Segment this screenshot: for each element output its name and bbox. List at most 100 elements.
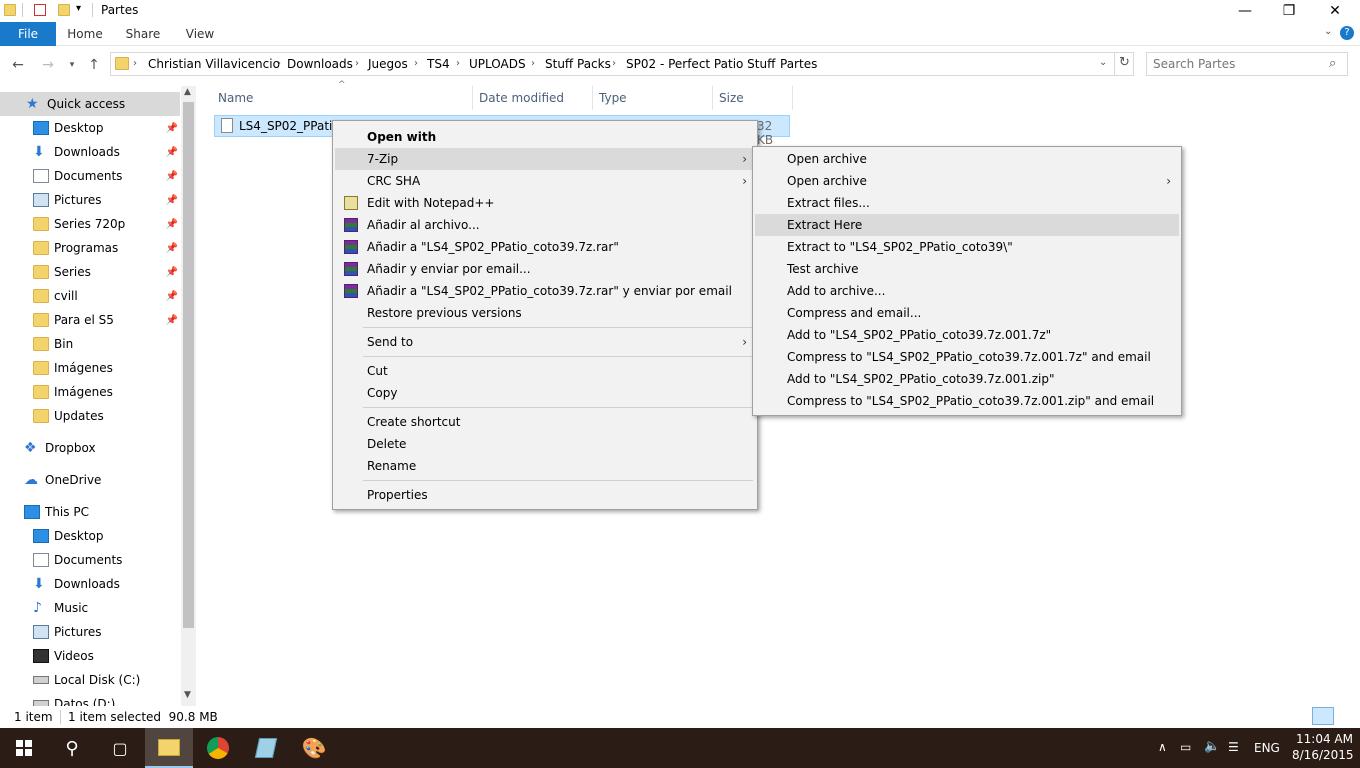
- sidebar-item-series-720p[interactable]: Series 720p 📌: [0, 212, 180, 236]
- clock-date[interactable]: 8/16/2015: [1292, 748, 1354, 762]
- sidebar-item-quick-access[interactable]: ★ Quick access: [0, 92, 180, 116]
- chrome-icon[interactable]: [194, 728, 242, 768]
- breadcrumb-item[interactable]: UPLOADS: [469, 53, 526, 75]
- submenu-item[interactable]: Add to archive...: [755, 280, 1179, 302]
- customize-qat-icon[interactable]: ▾: [76, 3, 81, 14]
- sidebar-item-para-el-s5[interactable]: Para el S5 📌: [0, 308, 180, 332]
- app-icon[interactable]: [242, 728, 290, 768]
- column-header-type[interactable]: Type: [599, 86, 627, 110]
- breadcrumb-item[interactable]: Juegos: [368, 53, 408, 75]
- submenu-item[interactable]: Compress and email...: [755, 302, 1179, 324]
- close-button[interactable]: ✕: [1312, 0, 1358, 22]
- pin-icon[interactable]: 📌: [166, 291, 178, 302]
- submenu-item[interactable]: Add to "LS4_SP02_PPatio_coto39.7z.001.7z…: [755, 324, 1179, 346]
- language-indicator[interactable]: ENG: [1254, 741, 1280, 755]
- sidebar-item-videos[interactable]: Videos: [0, 644, 180, 668]
- minimize-button[interactable]: —: [1222, 0, 1268, 22]
- pin-icon[interactable]: 📌: [166, 147, 178, 158]
- tab-home[interactable]: Home: [60, 22, 110, 46]
- forward-arrow-icon[interactable]: →: [38, 55, 58, 75]
- pin-icon[interactable]: 📌: [166, 219, 178, 230]
- tab-file[interactable]: File: [0, 22, 56, 46]
- menu-item-rename[interactable]: Rename: [335, 455, 755, 477]
- chevron-up-icon[interactable]: ∧: [1158, 740, 1167, 754]
- menu-item-cut[interactable]: Cut: [335, 360, 755, 382]
- sidebar-item-pc-downloads[interactable]: ⬇ Downloads: [0, 572, 180, 596]
- recent-locations-icon[interactable]: ▾: [62, 55, 82, 75]
- sidebar-item-pictures[interactable]: Pictures 📌: [0, 188, 180, 212]
- pin-icon[interactable]: 📌: [166, 267, 178, 278]
- submenu-item[interactable]: Compress to "LS4_SP02_PPatio_coto39.7z.0…: [755, 390, 1179, 412]
- menu-item-open-with[interactable]: Open with: [335, 126, 755, 148]
- windows-start-icon[interactable]: [0, 728, 48, 768]
- submenu-item[interactable]: Extract to "LS4_SP02_PPatio_coto39\": [755, 236, 1179, 258]
- pin-icon[interactable]: 📌: [166, 315, 178, 326]
- breadcrumb-separator[interactable]: ›: [133, 53, 137, 75]
- breadcrumb-separator[interactable]: ›: [355, 53, 359, 75]
- sidebar-item-desktop[interactable]: Desktop 📌: [0, 116, 180, 140]
- submenu-item[interactable]: Open archive ›: [755, 170, 1179, 192]
- column-divider[interactable]: [472, 86, 473, 110]
- menu-item-send-to[interactable]: Send to ›: [335, 331, 755, 353]
- menu-item-add-email[interactable]: Añadir y enviar por email...: [335, 258, 755, 280]
- menu-item-restore[interactable]: Restore previous versions: [335, 302, 755, 324]
- submenu-item[interactable]: Add to "LS4_SP02_PPatio_coto39.7z.001.zi…: [755, 368, 1179, 390]
- pin-icon[interactable]: 📌: [166, 171, 178, 182]
- breadcrumb-separator[interactable]: ›: [531, 53, 535, 75]
- menu-item-add-rar-email[interactable]: Añadir a "LS4_SP02_PPatio_coto39.7z.rar"…: [335, 280, 755, 302]
- breadcrumb-item[interactable]: Stuff Packs: [545, 53, 611, 75]
- submenu-item[interactable]: Compress to "LS4_SP02_PPatio_coto39.7z.0…: [755, 346, 1179, 368]
- column-divider[interactable]: [712, 86, 713, 110]
- tab-view[interactable]: View: [176, 22, 224, 46]
- sidebar-item-onedrive[interactable]: ☁ OneDrive: [0, 468, 180, 492]
- large-icons-view-icon[interactable]: [1338, 707, 1356, 725]
- column-divider[interactable]: [792, 86, 793, 110]
- task-view-icon[interactable]: ▢: [96, 728, 144, 768]
- pin-icon[interactable]: 📌: [166, 243, 178, 254]
- network-icon[interactable]: ▭: [1180, 740, 1191, 754]
- sidebar-item-bin[interactable]: Bin: [0, 332, 180, 356]
- breadcrumb-item[interactable]: Downloads: [287, 53, 353, 75]
- sidebar-item-cvill[interactable]: cvill 📌: [0, 284, 180, 308]
- column-divider[interactable]: [592, 86, 593, 110]
- submenu-item[interactable]: Open archive: [755, 148, 1179, 170]
- refresh-icon[interactable]: ↻: [1119, 55, 1130, 70]
- sidebar-item-pc-documents[interactable]: Documents: [0, 548, 180, 572]
- maximize-button[interactable]: ❐: [1266, 0, 1312, 22]
- breadcrumb-item[interactable]: Christian Villavicencio: [148, 53, 280, 75]
- menu-item-add-rar[interactable]: Añadir a "LS4_SP02_PPatio_coto39.7z.rar": [335, 236, 755, 258]
- column-header-size[interactable]: Size: [719, 86, 744, 110]
- notifications-icon[interactable]: ☰: [1228, 740, 1239, 754]
- pin-icon[interactable]: 📌: [166, 123, 178, 134]
- properties-icon[interactable]: [34, 4, 46, 16]
- address-dropdown-icon[interactable]: ⌄: [1099, 57, 1107, 68]
- sidebar-item-downloads[interactable]: ⬇ Downloads 📌: [0, 140, 180, 164]
- menu-item-add-archive[interactable]: Añadir al archivo...: [335, 214, 755, 236]
- sidebar-item-datos[interactable]: Datos (D:): [0, 692, 180, 706]
- sidebar-item-pc-pictures[interactable]: Pictures: [0, 620, 180, 644]
- breadcrumb-item[interactable]: SP02 - Perfect Patio Stuff: [626, 53, 775, 75]
- breadcrumb-separator[interactable]: ›: [612, 53, 616, 75]
- menu-item-delete[interactable]: Delete: [335, 433, 755, 455]
- breadcrumb-separator[interactable]: ›: [456, 53, 460, 75]
- sidebar-item-pc-desktop[interactable]: Desktop: [0, 524, 180, 548]
- submenu-item[interactable]: Extract files...: [755, 192, 1179, 214]
- chevron-down-icon[interactable]: ⌄: [1324, 26, 1332, 37]
- sidebar-item-series[interactable]: Series 📌: [0, 260, 180, 284]
- paint-icon[interactable]: 🎨: [290, 728, 338, 768]
- sidebar-item-documents[interactable]: Documents 📌: [0, 164, 180, 188]
- sidebar-item-imagenes[interactable]: Imágenes: [0, 380, 180, 404]
- pin-icon[interactable]: 📌: [166, 195, 178, 206]
- sidebar-item-imagenes[interactable]: Imágenes: [0, 356, 180, 380]
- sidebar-item-local-disk[interactable]: Local Disk (C:): [0, 668, 180, 692]
- breadcrumb-item[interactable]: Partes: [780, 53, 817, 75]
- column-header-date[interactable]: Date modified: [479, 86, 564, 110]
- column-header-name[interactable]: Name: [218, 86, 253, 110]
- details-view-icon[interactable]: [1312, 707, 1334, 725]
- search-icon[interactable]: ⚲: [48, 728, 96, 768]
- scroll-down-icon[interactable]: ▼: [184, 690, 191, 700]
- new-folder-icon[interactable]: [58, 4, 70, 16]
- up-arrow-icon[interactable]: ↑: [84, 55, 104, 75]
- file-explorer-icon[interactable]: [145, 728, 193, 768]
- menu-item-properties[interactable]: Properties: [335, 484, 755, 506]
